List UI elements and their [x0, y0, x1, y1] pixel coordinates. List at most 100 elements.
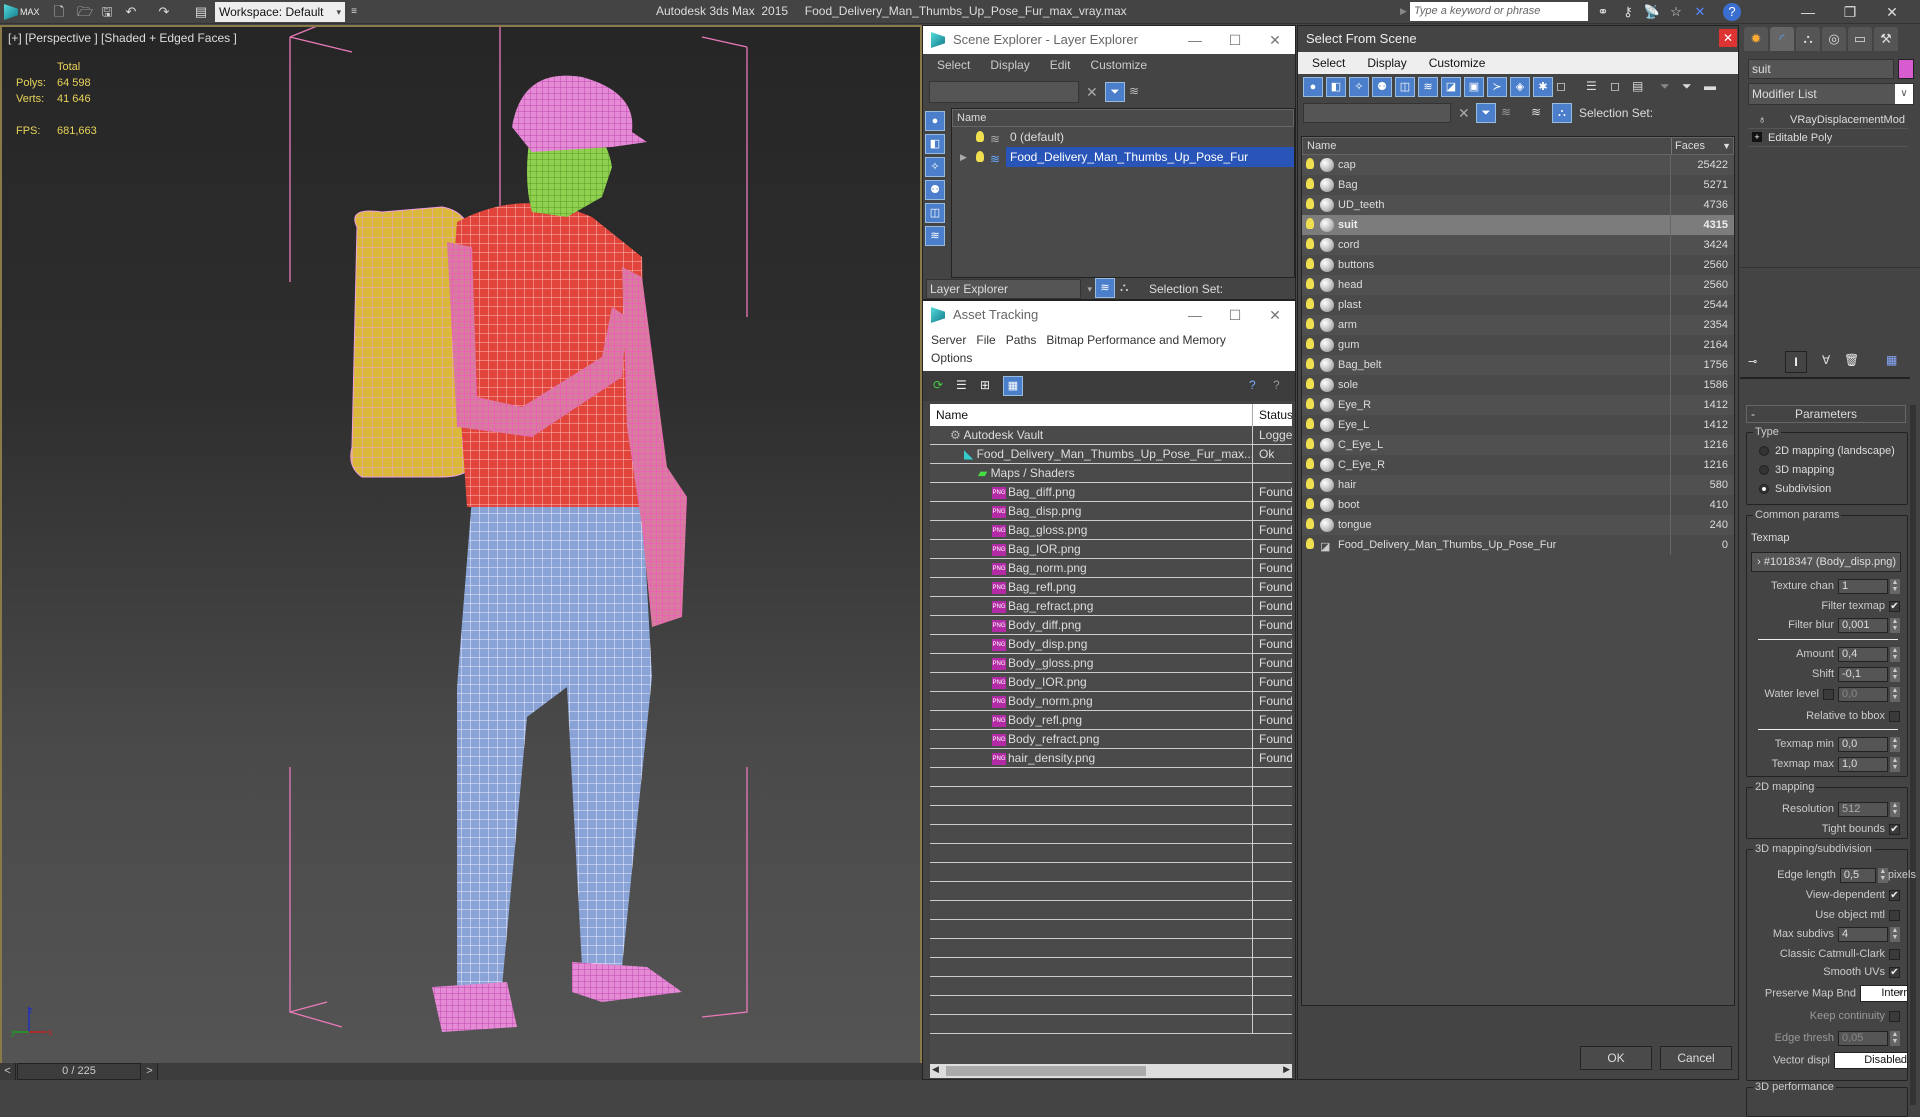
column-header-name[interactable]: Name: [930, 408, 968, 422]
asset-row[interactable]: PNG hair_density.png Found: [930, 749, 1292, 768]
asset-row[interactable]: PNG Body_diff.png Found: [930, 616, 1292, 635]
layer-row-selected[interactable]: ▶ ≋ Food_Delivery_Man_Thumbs_Up_Pose_Fur: [952, 147, 1294, 167]
configure-modifier-sets-icon[interactable]: ▦: [1886, 353, 1897, 367]
column-header-faces[interactable]: Faces ▼: [1671, 138, 1735, 154]
asset-row[interactable]: PNG Body_refl.png Found: [930, 711, 1292, 730]
minimize-button[interactable]: —: [1788, 0, 1828, 24]
help-icon[interactable]: ?: [1723, 3, 1741, 21]
rollout-scrollbar[interactable]: [1910, 405, 1916, 1105]
sort-by-layer-icon[interactable]: ≋: [1531, 105, 1541, 119]
spinner-arrows-icon[interactable]: ▲ ▼: [1890, 756, 1900, 772]
column-header-name[interactable]: Name: [952, 109, 1294, 127]
column-header-status[interactable]: Status: [1252, 404, 1292, 426]
list-view-icon[interactable]: ☰: [956, 378, 967, 392]
object-row[interactable]: head 2560: [1302, 275, 1734, 295]
star-icon[interactable]: ☆: [1666, 2, 1686, 22]
spinner-arrows-icon[interactable]: ▲ ▼: [1890, 666, 1900, 682]
ok-button[interactable]: OK: [1580, 1046, 1652, 1070]
prev-frame-button[interactable]: <: [0, 1063, 16, 1080]
radio-3d-mapping[interactable]: 3D mapping: [1759, 464, 1834, 476]
spinner-arrows-icon[interactable]: ▲ ▼: [1890, 801, 1900, 817]
app-menu-button[interactable]: MAX: [4, 2, 40, 22]
light-bulb-icon[interactable]: [1306, 378, 1314, 389]
light-bulb-icon[interactable]: [976, 131, 984, 142]
scroll-left-icon[interactable]: ◀: [932, 1064, 939, 1075]
light-bulb-icon[interactable]: [1306, 498, 1314, 509]
asset-row[interactable]: PNG Body_IOR.png Found: [930, 673, 1292, 692]
table-view-icon[interactable]: ▦: [1003, 376, 1023, 396]
menu-file[interactable]: File: [976, 333, 995, 347]
open-file-icon[interactable]: 🗁: [76, 3, 94, 21]
tight-bounds-checkbox[interactable]: ✔: [1889, 823, 1900, 835]
object-row[interactable]: gum 2164: [1302, 335, 1734, 355]
help-disabled-icon[interactable]: ?: [1273, 378, 1280, 392]
menu-select[interactable]: Select: [937, 54, 970, 76]
menu-options[interactable]: Options: [931, 351, 972, 365]
filter-icon[interactable]: ⏷: [1105, 82, 1125, 102]
helpers-filter-icon[interactable]: ◫: [1395, 77, 1415, 97]
explorer-mode-dropdown[interactable]: Layer Explorer ▾: [926, 279, 1092, 299]
asset-row[interactable]: ⚙ Autodesk Vault Logged: [930, 426, 1292, 445]
hierarchy-icon[interactable]: ⛬: [1120, 280, 1128, 295]
scene-explorer-search-input[interactable]: [929, 81, 1079, 103]
vector-displ-dropdown[interactable]: Disabled ∨: [1834, 1052, 1908, 1069]
object-row[interactable]: sole 1586: [1302, 375, 1734, 395]
relative-bbox-checkbox[interactable]: [1889, 710, 1900, 722]
xrefs-filter-icon[interactable]: ▣: [1464, 77, 1484, 97]
asset-row[interactable]: ▰ Maps / Shaders: [930, 464, 1292, 483]
display-none-icon[interactable]: ◻: [1610, 79, 1620, 93]
shift-spinner[interactable]: -0,1: [1838, 666, 1888, 682]
object-row[interactable]: Eye_R 1412: [1302, 395, 1734, 415]
light-bulb-icon[interactable]: [976, 151, 984, 162]
modifier-list-dropdown[interactable]: Modifier List ∨: [1748, 83, 1914, 105]
modifier-stack-item[interactable]: ♁ VRayDisplacementMod: [1748, 111, 1908, 129]
spinner-arrows-icon[interactable]: ▲ ▼: [1890, 646, 1900, 662]
asset-tracking-titlebar[interactable]: Asset Tracking — ☐ ✕: [923, 301, 1295, 329]
menu-customize[interactable]: Customize: [1090, 54, 1147, 76]
column-header-name[interactable]: Name: [1307, 140, 1336, 152]
menu-edit[interactable]: Edit: [1050, 54, 1071, 76]
make-unique-icon[interactable]: ∀: [1822, 353, 1830, 367]
bones-filter-icon[interactable]: ≻: [1487, 77, 1507, 97]
lights-filter-icon[interactable]: ✧: [925, 157, 945, 177]
create-tab-icon[interactable]: ✹: [1744, 27, 1768, 51]
smooth-uvs-checkbox[interactable]: ✔: [1889, 966, 1900, 978]
time-slider-thumb[interactable]: 0 / 225: [17, 1063, 141, 1080]
spinner-arrows-icon[interactable]: ▲ ▼: [1890, 578, 1900, 594]
filter-texmap-checkbox[interactable]: ✔: [1889, 600, 1900, 612]
menu-select[interactable]: Select: [1312, 52, 1345, 74]
hierarchy-icon[interactable]: ⛬: [1552, 103, 1572, 123]
help-icon[interactable]: ?: [1249, 378, 1256, 392]
menu-paths[interactable]: Paths: [1006, 333, 1037, 347]
spinner-arrows-icon[interactable]: ▲ ▼: [1890, 617, 1900, 633]
undo-icon[interactable]: ↶: [122, 3, 140, 21]
light-bulb-icon[interactable]: [1306, 318, 1314, 329]
asset-row[interactable]: PNG Bag_refl.png Found: [930, 578, 1292, 597]
time-slider[interactable]: < 0 / 225 >: [0, 1063, 922, 1080]
radio-2d-mapping[interactable]: 2D mapping (landscape): [1759, 445, 1895, 457]
object-row[interactable]: tongue 240: [1302, 515, 1734, 535]
spinner-arrows-icon[interactable]: ▲ ▼: [1890, 1030, 1900, 1046]
light-bulb-icon[interactable]: [1306, 298, 1314, 309]
spinner-arrows-icon[interactable]: ▲ ▼: [1890, 686, 1900, 702]
edge-length-spinner[interactable]: 0,5: [1839, 867, 1876, 883]
light-bulb-icon[interactable]: [1306, 238, 1314, 249]
redo-icon[interactable]: ↷: [155, 3, 173, 21]
object-row[interactable]: arm 2354: [1302, 315, 1734, 335]
view-dependent-checkbox[interactable]: ✔: [1889, 889, 1900, 901]
next-frame-button[interactable]: >: [142, 1063, 158, 1080]
horizontal-scrollbar[interactable]: ◀ ▶: [930, 1064, 1292, 1078]
groups-filter-icon[interactable]: ◪: [1441, 77, 1461, 97]
workspace-dropdown[interactable]: Workspace: Default ▾: [215, 2, 345, 22]
object-row[interactable]: plast 2544: [1302, 295, 1734, 315]
show-end-result-icon[interactable]: I: [1785, 351, 1807, 373]
spinner-arrows-icon[interactable]: ▲ ▼: [1890, 926, 1900, 942]
minimize-button[interactable]: —: [1175, 301, 1215, 329]
expand-arrow-icon[interactable]: ▶: [960, 147, 967, 167]
lights-filter-icon[interactable]: ✧: [1349, 77, 1369, 97]
menu-customize[interactable]: Customize: [1429, 52, 1486, 74]
geometry-filter-icon[interactable]: ●: [1303, 77, 1323, 97]
asset-row[interactable]: PNG Body_gloss.png Found: [930, 654, 1292, 673]
use-object-mtl-checkbox[interactable]: [1889, 909, 1900, 921]
object-name-input[interactable]: suit: [1748, 59, 1894, 79]
